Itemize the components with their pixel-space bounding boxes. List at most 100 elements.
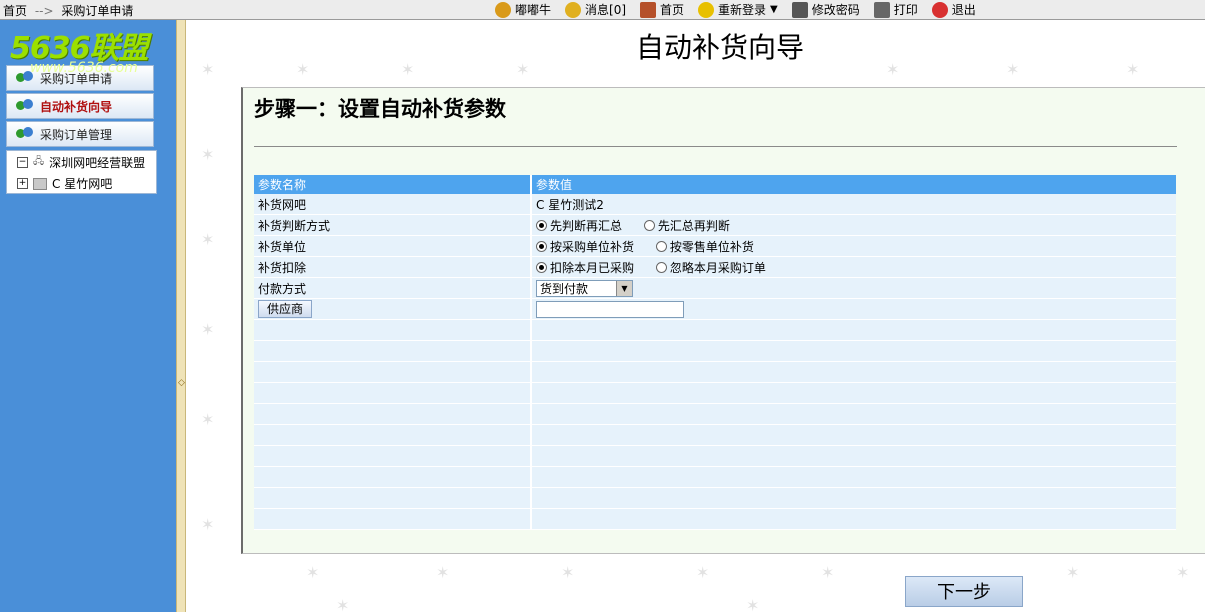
down-arrow-icon: ▼ bbox=[770, 4, 778, 15]
next-step-button[interactable]: 下一步 bbox=[905, 576, 1023, 607]
background-star-icon: ✶ bbox=[1126, 60, 1140, 79]
radio-label: 按采购单位补货 bbox=[550, 239, 635, 254]
empty-row bbox=[254, 466, 1176, 488]
param-name-unit: 补货单位 bbox=[254, 235, 532, 257]
radio-deduct-purchased[interactable]: 扣除本月已采购 bbox=[536, 259, 634, 276]
radio-label: 忽略本月采购订单 bbox=[669, 260, 766, 275]
background-star-icon: ✶ bbox=[401, 60, 415, 79]
column-header-value: 参数值 bbox=[531, 175, 1176, 194]
radio-label: 扣除本月已采购 bbox=[550, 260, 635, 275]
radio-judge-first[interactable]: 先判断再汇总 bbox=[536, 217, 622, 234]
empty-row bbox=[254, 487, 1176, 509]
column-header-name: 参数名称 bbox=[254, 175, 532, 194]
empty-row bbox=[254, 382, 1176, 404]
collapse-arrow-icon[interactable]: ◇ bbox=[178, 378, 185, 388]
radio-dot bbox=[536, 219, 547, 231]
logo-url: www.5636.com bbox=[30, 60, 138, 76]
cow-icon bbox=[495, 1, 511, 18]
logo: 5636联盟 www.5636.com bbox=[10, 23, 180, 79]
supplier-input[interactable] bbox=[536, 300, 684, 318]
sidebar-item-label: 自动补货向导 bbox=[40, 99, 113, 114]
table-header-row: 参数名称 参数值 bbox=[254, 175, 1176, 194]
param-name-deduct: 补货扣除 bbox=[254, 256, 532, 278]
param-value-payment: 货到付款 ▼ bbox=[531, 277, 1176, 299]
param-name-store: 补货网吧 bbox=[254, 194, 532, 215]
background-star-icon: ✶ bbox=[201, 320, 215, 339]
divider bbox=[254, 146, 1177, 147]
payment-method-value: 货到付款 bbox=[540, 281, 589, 296]
radio-purchase-unit[interactable]: 按采购单位补货 bbox=[536, 238, 634, 255]
background-star-icon: ✶ bbox=[516, 60, 530, 79]
background-star-icon: ✶ bbox=[561, 563, 575, 582]
payment-method-select[interactable]: 货到付款 ▼ bbox=[536, 279, 633, 297]
background-star-icon: ✶ bbox=[201, 230, 215, 249]
relogin-icon bbox=[698, 1, 715, 18]
table-row: 补货单位 按采购单位补货 按零售单位补货 bbox=[254, 235, 1176, 257]
collapse-icon[interactable]: − bbox=[17, 157, 28, 168]
background-star-icon: ✶ bbox=[696, 563, 710, 582]
radio-dot bbox=[536, 261, 547, 273]
empty-row bbox=[254, 445, 1176, 467]
radio-label: 先判断再汇总 bbox=[550, 218, 623, 233]
toolbar-change-password[interactable]: 修改密码 bbox=[791, 1, 860, 18]
background-star-icon: ✶ bbox=[296, 60, 310, 79]
toolbar-print[interactable]: 打印 bbox=[873, 1, 918, 18]
toolbar-user-label: 嘟嘟牛 bbox=[515, 3, 552, 17]
background-star-icon: ✶ bbox=[336, 596, 350, 615]
background-star-icon: ✶ bbox=[1066, 563, 1080, 582]
background-star-icon: ✶ bbox=[201, 145, 215, 164]
users-icon bbox=[16, 126, 34, 142]
background-star-icon: ✶ bbox=[201, 60, 215, 79]
table-row: 供应商 bbox=[254, 298, 1176, 320]
sidebar-item-order-management[interactable]: 采购订单管理 bbox=[6, 121, 154, 147]
radio-dot bbox=[643, 219, 655, 231]
toolbar-user[interactable]: 嘟嘟牛 bbox=[495, 1, 551, 18]
param-value-unit: 按采购单位补货 按零售单位补货 bbox=[531, 235, 1176, 257]
sidebar-item-label: 采购订单管理 bbox=[40, 127, 113, 142]
background-star-icon: ✶ bbox=[886, 60, 900, 79]
breadcrumb-current: 采购订单申请 bbox=[61, 4, 134, 18]
toolbar-change-password-label: 修改密码 bbox=[811, 3, 860, 17]
background-star-icon: ✶ bbox=[201, 515, 215, 534]
top-bar: 首页 --> 采购订单申请 嘟嘟牛 消息[0] 首页 重新登录 ▼ 修改密码 打… bbox=[0, 0, 1205, 20]
tree-node-root[interactable]: − 🖧 深圳网吧经营联盟 bbox=[17, 154, 145, 171]
dropdown-arrow-icon[interactable]: ▼ bbox=[616, 280, 632, 296]
wizard-panel: 步骤一：设置自动补货参数 参数名称 参数值 补货网吧 C 星竹测试2 补货判断方… bbox=[241, 87, 1205, 554]
toolbar-relogin-label: 重新登录 bbox=[718, 3, 767, 17]
background-star-icon: ✶ bbox=[1176, 563, 1190, 582]
radio-dot bbox=[536, 240, 547, 252]
empty-row bbox=[254, 319, 1176, 341]
parameter-table: 参数名称 参数值 补货网吧 C 星竹测试2 补货判断方式 先判断再汇总 先汇总再… bbox=[254, 175, 1176, 530]
table-row: 补货扣除 扣除本月已采购 忽略本月采购订单 bbox=[254, 256, 1176, 278]
tree-node-child[interactable]: + C 星竹网吧 bbox=[17, 175, 112, 192]
toolbar-messages-label: 消息[0] bbox=[585, 3, 627, 17]
radio-dot bbox=[655, 240, 667, 252]
table-row: 付款方式 货到付款 ▼ bbox=[254, 277, 1176, 299]
background-star-icon: ✶ bbox=[821, 563, 835, 582]
network-icon: 🖧 bbox=[33, 156, 45, 167]
empty-row bbox=[254, 361, 1176, 383]
supplier-button[interactable]: 供应商 bbox=[258, 300, 312, 318]
sidebar-splitter[interactable]: ◇ bbox=[176, 20, 186, 612]
sidebar-item-auto-restock[interactable]: 自动补货向导 bbox=[6, 93, 154, 119]
exit-icon bbox=[931, 1, 948, 18]
toolbar: 嘟嘟牛 消息[0] 首页 重新登录 ▼ 修改密码 打印 退出 bbox=[495, 0, 976, 19]
page-title: 自动补货向导 bbox=[636, 31, 805, 64]
radio-ignore-orders[interactable]: 忽略本月采购订单 bbox=[655, 259, 766, 276]
empty-row bbox=[254, 340, 1176, 362]
radio-summary-first[interactable]: 先汇总再判断 bbox=[643, 217, 730, 234]
table-row: 补货网吧 C 星竹测试2 bbox=[254, 194, 1176, 215]
table-row: 补货判断方式 先判断再汇总 先汇总再判断 bbox=[254, 214, 1176, 236]
toolbar-messages[interactable]: 消息[0] bbox=[565, 1, 626, 18]
expand-icon[interactable]: + bbox=[17, 178, 28, 189]
empty-row bbox=[254, 424, 1176, 446]
background-star-icon: ✶ bbox=[306, 563, 320, 582]
radio-retail-unit[interactable]: 按零售单位补货 bbox=[655, 238, 754, 255]
toolbar-exit-label: 退出 bbox=[951, 3, 976, 17]
param-name-payment: 付款方式 bbox=[254, 277, 532, 299]
toolbar-relogin[interactable]: 重新登录 ▼ bbox=[698, 1, 778, 18]
breadcrumb-separator: --> bbox=[34, 4, 54, 18]
toolbar-home[interactable]: 首页 bbox=[640, 1, 684, 18]
toolbar-exit[interactable]: 退出 bbox=[931, 1, 976, 18]
breadcrumb-home[interactable]: 首页 bbox=[3, 4, 27, 18]
